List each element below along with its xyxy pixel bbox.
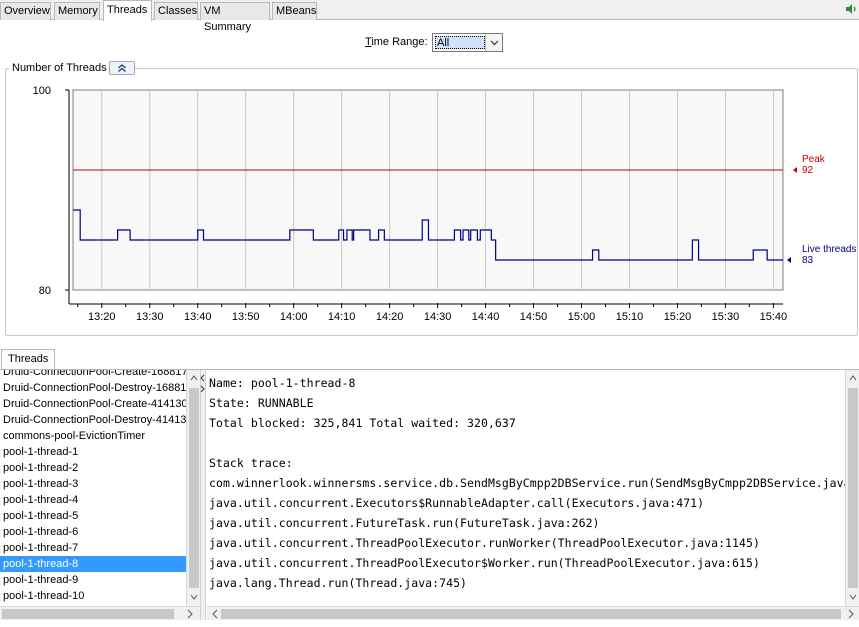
x-tick-label: 13:40 (184, 311, 212, 323)
time-range-value: All (435, 36, 485, 49)
stack-frame: java.util.concurrent.FutureTask.run(Futu… (209, 516, 600, 530)
thread-list-horizontal-scrollbar[interactable] (0, 606, 200, 620)
thread-state: State: RUNNABLE (209, 396, 314, 410)
x-tick-label: 14:10 (328, 311, 356, 323)
time-range-select[interactable]: All (432, 33, 503, 52)
peak-marker-icon (793, 167, 797, 173)
scroll-right-icon[interactable] (184, 608, 196, 620)
x-tick-label: 15:30 (712, 311, 740, 323)
scroll-up-icon[interactable] (189, 373, 199, 383)
scroll-down-icon[interactable] (848, 592, 858, 602)
scroll-thumb[interactable] (221, 609, 841, 619)
live-threads-value: 83 (802, 255, 814, 266)
main-tab-bar: Overview Memory Threads Classes VM Summa… (0, 0, 859, 33)
thread-list-item[interactable]: pool-1-thread-6 (0, 524, 186, 540)
threads-line-chart: 80 100 13:20 13:30 13:40 13:50 14:00 14:10 14:2… (33, 85, 857, 323)
chart-legend: Peak92 Live threads83 (787, 154, 856, 266)
connection-status-icon (846, 4, 856, 14)
scroll-thumb[interactable] (2, 609, 174, 619)
thread-list[interactable]: Druid-ConnectionPool-Create-168817 Druid-… (0, 370, 186, 606)
x-tick-label: 14:50 (520, 311, 548, 323)
x-tick-label: 14:30 (424, 311, 452, 323)
tab-classes[interactable]: Classes (154, 2, 198, 20)
thread-list-item[interactable]: pool-1-thread-1 (0, 444, 186, 460)
scroll-up-icon[interactable] (848, 373, 858, 383)
tab-overview[interactable]: Overview (0, 2, 51, 20)
split-pane-divider[interactable] (200, 370, 206, 620)
x-tick-label: 13:20 (88, 311, 116, 323)
x-tick-label: 15:00 (568, 311, 596, 323)
stack-frame: java.util.concurrent.Executors$RunnableA… (209, 496, 705, 510)
double-chevron-up-icon (118, 64, 126, 72)
scroll-thumb[interactable] (848, 388, 858, 588)
thread-list-item[interactable]: commons-pool-EvictionTimer (0, 428, 186, 444)
thread-list-item[interactable]: pool-1-thread-10 (0, 588, 186, 604)
scroll-down-icon[interactable] (189, 592, 199, 602)
thread-list-item[interactable]: pool-1-thread-7 (0, 540, 186, 556)
tab-threads-list[interactable]: Threads (1, 349, 56, 369)
thread-list-item[interactable]: pool-1-thread-5 (0, 508, 186, 524)
tab-vm-summary[interactable]: VM Summary (200, 2, 270, 33)
thread-list-item[interactable]: Druid-ConnectionPool-Destroy-168817 (0, 380, 186, 396)
thread-details-pane: Name: pool-1-thread-8 State: RUNNABLE To… (207, 370, 847, 606)
scroll-right-icon[interactable] (845, 608, 857, 620)
y-axis: 80 100 (33, 85, 70, 304)
thread-list-item[interactable]: pool-1-thread-4 (0, 492, 186, 508)
thread-list-item[interactable]: Druid-ConnectionPool-Destroy-414130 (0, 412, 186, 428)
x-tick-label: 15:40 (760, 311, 788, 323)
chart-panel-title: Number of Threads (9, 62, 110, 74)
live-marker-icon (787, 257, 791, 263)
chevron-down-icon[interactable] (485, 34, 502, 51)
thread-list-item[interactable]: pool-1-thread-3 (0, 476, 186, 492)
peak-label: Peak (802, 154, 826, 165)
thread-list-item[interactable]: Druid-ConnectionPool-Create-414130 (0, 396, 186, 412)
thread-name: Name: pool-1-thread-8 (209, 376, 356, 390)
thread-list-item[interactable]: pool-1-thread-9 (0, 572, 186, 588)
x-tick-label: 14:00 (280, 311, 308, 323)
thread-list-item[interactable]: pool-1-thread-8 (0, 556, 186, 572)
stack-frame: java.util.concurrent.ThreadPoolExecutor.… (209, 536, 760, 550)
thread-list-item[interactable]: pool-1-thread-2 (0, 460, 186, 476)
split-arrows-icon[interactable] (200, 372, 206, 402)
thread-totals: Total blocked: 325,841 Total waited: 320… (209, 416, 516, 430)
collapse-chart-button[interactable] (109, 61, 135, 75)
scroll-left-icon[interactable] (209, 608, 221, 620)
details-vertical-scrollbar[interactable] (845, 370, 859, 606)
x-tick-label: 14:40 (472, 311, 500, 323)
scroll-thumb[interactable] (189, 388, 199, 588)
x-tick-label: 14:20 (376, 311, 404, 323)
thread-list-vertical-scrollbar[interactable] (186, 370, 200, 606)
stack-frame: java.lang.Thread.run(Thread.java:745) (209, 576, 468, 590)
stack-frame: java.util.concurrent.ThreadPoolExecutor$… (209, 556, 760, 570)
x-tick-label: 13:30 (136, 311, 164, 323)
details-horizontal-scrollbar[interactable] (207, 606, 859, 620)
peak-value: 92 (802, 165, 814, 176)
x-tick-label: 15:10 (616, 311, 644, 323)
stack-frame: com.winnerlook.winnersms.service.db.Send… (209, 476, 847, 490)
live-threads-label: Live threads (802, 244, 856, 255)
stack-trace-header: Stack trace: (209, 456, 293, 470)
y-tick-label: 80 (39, 285, 51, 297)
tab-mbeans[interactable]: MBeans (272, 2, 317, 20)
x-axis: 13:20 13:30 13:40 13:50 14:00 14:10 14:20 14:30… (69, 303, 787, 323)
x-tick-label: 15:20 (664, 311, 692, 323)
time-range-label: Time Range: (365, 36, 428, 48)
y-tick-label: 100 (33, 85, 51, 97)
x-tick-label: 13:50 (232, 311, 260, 323)
tab-threads[interactable]: Threads (103, 0, 152, 21)
thread-list-item[interactable]: Druid-ConnectionPool-Create-168817 (0, 370, 186, 380)
tab-memory[interactable]: Memory (54, 2, 100, 20)
